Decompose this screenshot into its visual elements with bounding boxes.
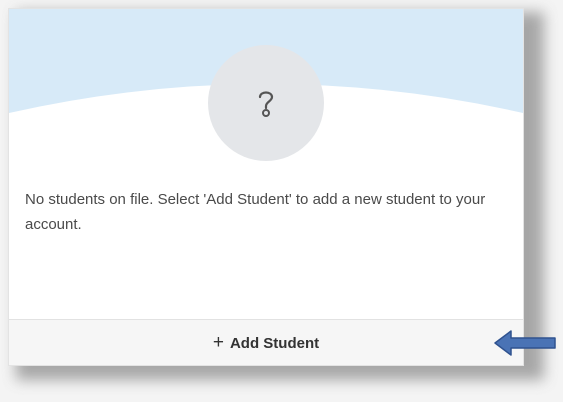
- left-arrow-icon: [494, 330, 556, 356]
- question-mark-icon: [258, 91, 274, 117]
- screenshot-stage: No students on file. Select 'Add Student…: [0, 0, 563, 402]
- empty-avatar: [208, 45, 324, 161]
- plus-icon: +: [212, 331, 224, 353]
- add-student-label-group[interactable]: + Add Student: [212, 331, 320, 353]
- students-card: No students on file. Select 'Add Student…: [8, 8, 524, 366]
- add-student-button[interactable]: + Add Student: [9, 319, 523, 365]
- add-student-label: Add Student: [229, 334, 320, 352]
- empty-state-message: No students on file. Select 'Add Student…: [25, 191, 486, 233]
